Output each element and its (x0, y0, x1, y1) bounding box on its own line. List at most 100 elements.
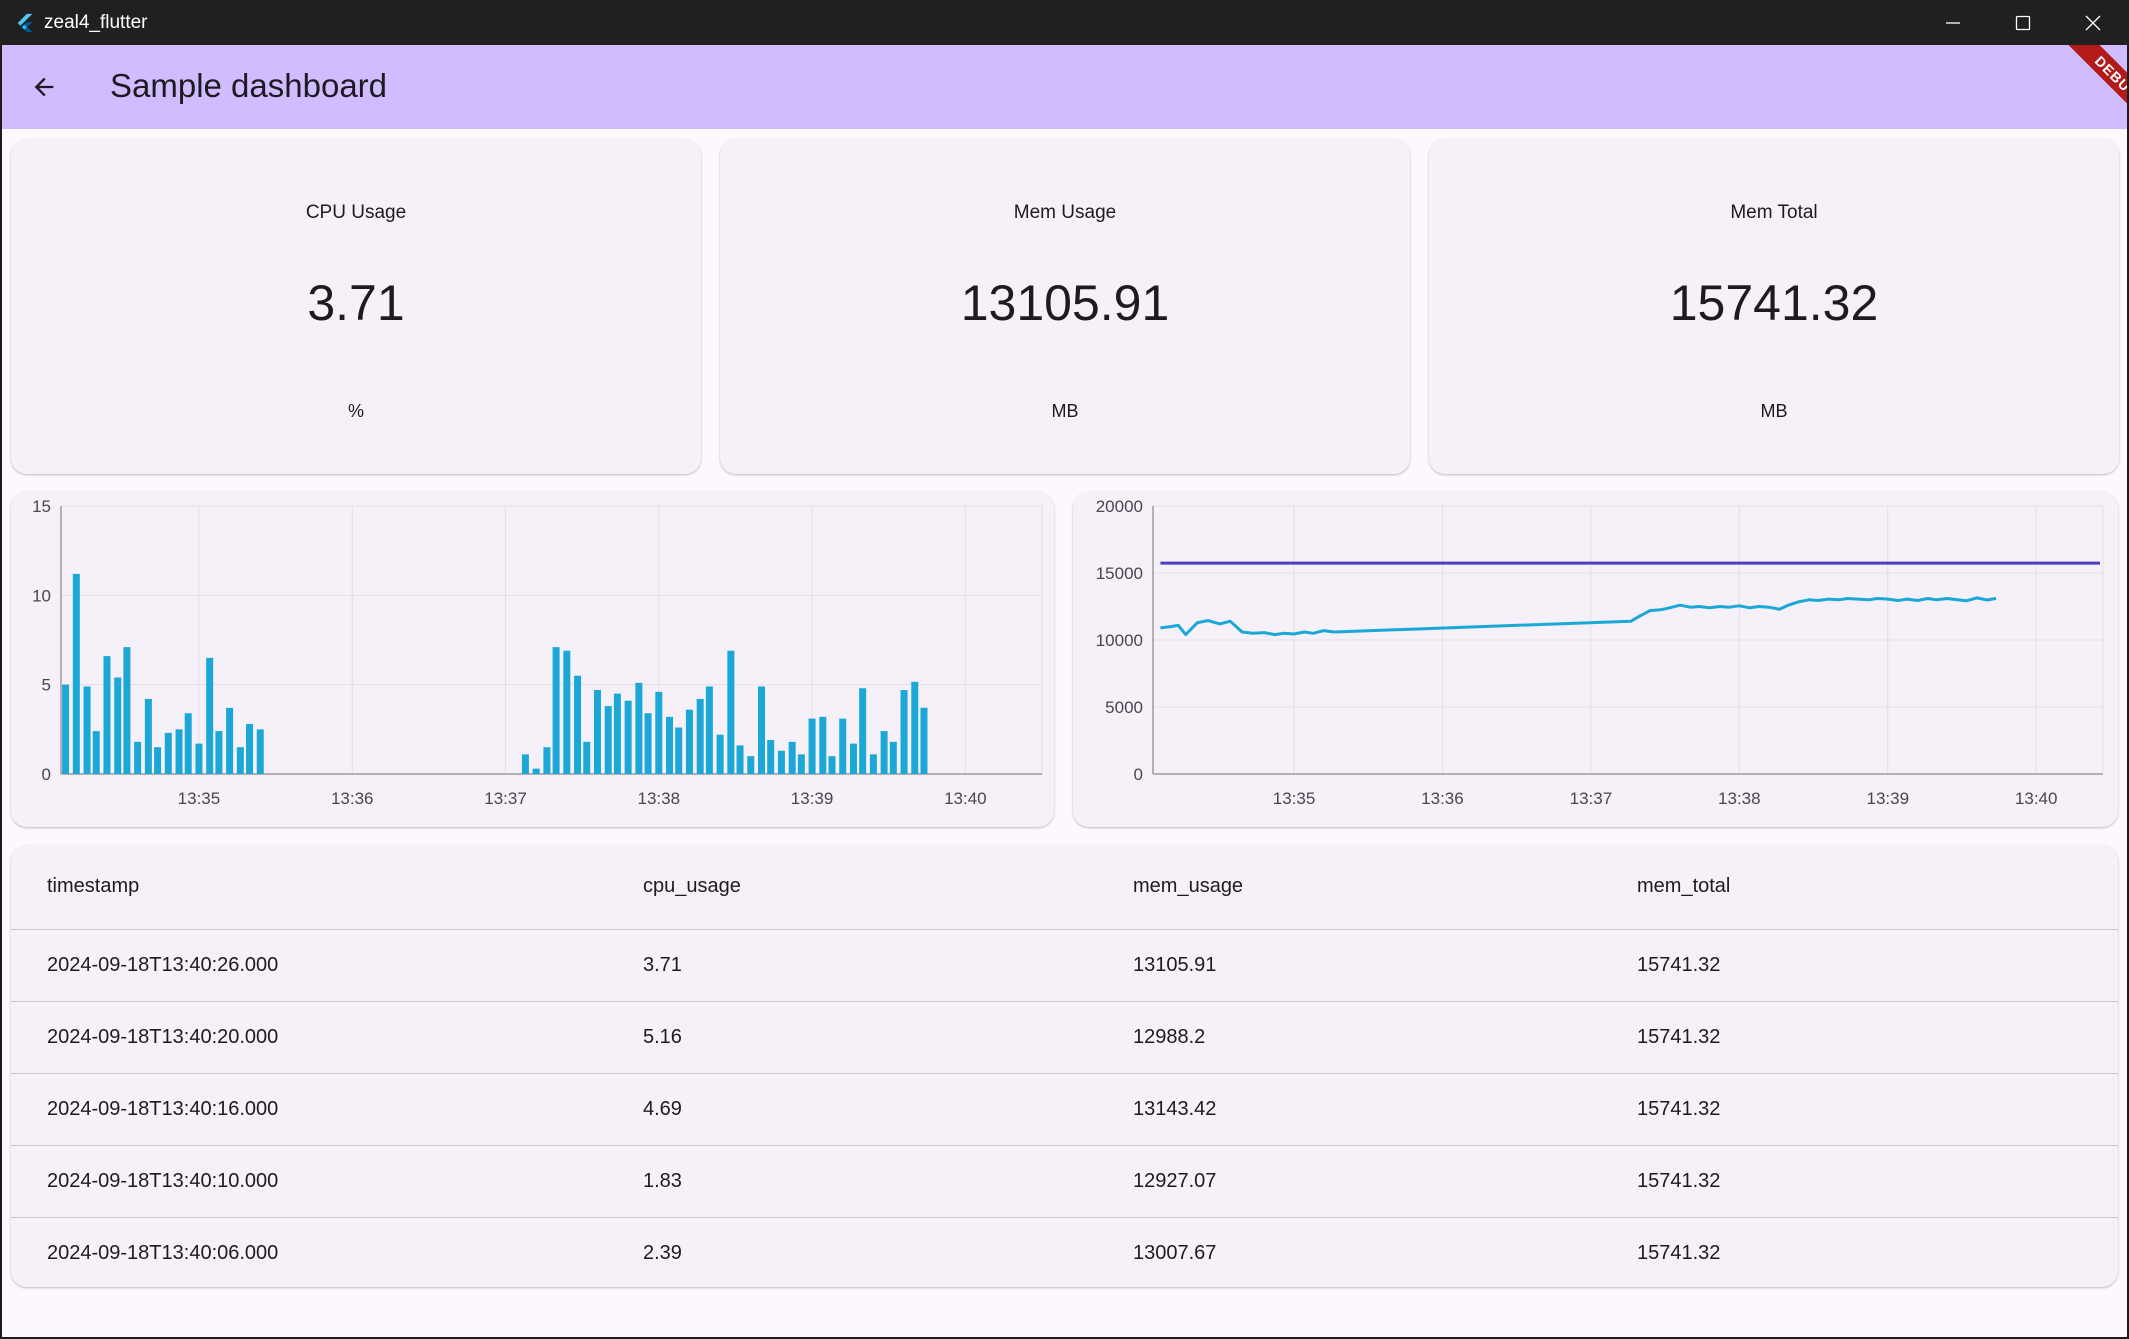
cpu-bar (808, 718, 816, 774)
table-row[interactable]: 2024-09-18T13:40:06.000 2.39 13007.67 15… (11, 1217, 2118, 1289)
cpu-usage-card: CPU Usage 3.71 % (11, 139, 701, 474)
maximize-button[interactable] (1988, 0, 2058, 45)
mem-usage-line (1160, 596, 1997, 637)
cell-cpu-usage: 4.69 (643, 1097, 682, 1120)
y-tick-label: 5000 (1105, 698, 1143, 717)
metric-unit: MB (1051, 401, 1079, 421)
cell-mem-usage: 13007.67 (1133, 1241, 1217, 1264)
cpu-bar (655, 691, 663, 774)
cell-timestamp: 2024-09-18T13:40:10.000 (47, 1169, 279, 1192)
x-tick-label: 13:38 (1718, 789, 1761, 808)
mem-total-card: Mem Total 15741.32 MB (1429, 139, 2119, 474)
metrics-table: timestamp cpu_usage mem_usage mem_total … (11, 845, 2118, 1289)
back-button[interactable] (18, 61, 70, 113)
cpu-bar (685, 709, 693, 774)
cpu-bar (705, 686, 713, 774)
x-tick-label: 13:35 (178, 789, 221, 808)
metric-label: Mem Usage (1013, 202, 1117, 223)
cpu-usage-bar-chart: 0 5 10 15 13:35 13:36 13:37 13:38 13:39 13:40 (32, 497, 1043, 808)
cpu-bar (164, 732, 172, 774)
x-tick-label: 13:39 (1866, 789, 1909, 808)
column-header-mem-total[interactable]: mem_total (1637, 845, 2118, 929)
cpu-bar (134, 741, 142, 774)
cell-mem-total: 15741.32 (1637, 1025, 1721, 1048)
cell-mem-total: 15741.32 (1637, 1169, 1721, 1192)
table-row[interactable]: 2024-09-18T13:40:16.000 4.69 13143.42 15… (11, 1073, 2118, 1145)
cpu-bar (563, 650, 571, 774)
cell-cpu-usage: 1.83 (643, 1169, 682, 1192)
page-title: Sample dashboard (110, 67, 388, 104)
cpu-bar (144, 698, 152, 774)
cpu-bar (869, 754, 877, 774)
app-bar: Sample dashboard (2, 45, 2127, 129)
metric-unit: MB (1760, 401, 1788, 421)
cpu-bar (114, 677, 122, 774)
table-row[interactable]: 2024-09-18T13:40:10.000 1.83 12927.07 15… (11, 1145, 2118, 1217)
cpu-bar (727, 650, 735, 774)
cpu-bar (72, 573, 80, 774)
cpu-bar (62, 684, 70, 774)
cpu-bar (788, 741, 796, 774)
cpu-bar (543, 747, 551, 774)
metric-value: 15741.32 (1669, 275, 1879, 331)
metric-value: 13105.91 (960, 275, 1170, 331)
cpu-bar (635, 682, 643, 774)
minimize-button[interactable] (1918, 0, 1988, 45)
table-row[interactable]: 2024-09-18T13:40:20.000 5.16 12988.2 157… (11, 1001, 2118, 1073)
cpu-bar (195, 743, 203, 774)
cpu-bar (828, 756, 836, 774)
memory-line-chart: 0 5000 10000 15000 20000 13:35 13:36 13:37 13:38… (1096, 497, 2104, 808)
cpu-bar (521, 754, 529, 774)
cpu-bar (246, 723, 254, 774)
window-title-bar: zeal4_flutter (0, 0, 2129, 45)
cpu-bar (839, 718, 847, 774)
cell-timestamp: 2024-09-18T13:40:16.000 (47, 1097, 279, 1120)
cell-timestamp: 2024-09-18T13:40:06.000 (47, 1241, 279, 1264)
cpu-bar (154, 747, 162, 774)
y-tick-label: 5 (42, 676, 51, 695)
cpu-bar (716, 734, 724, 774)
x-tick-label: 13:35 (1273, 789, 1316, 808)
cell-timestamp: 2024-09-18T13:40:26.000 (47, 953, 279, 976)
column-header-cpu-usage[interactable]: cpu_usage (643, 845, 1133, 929)
x-tick-label: 13:38 (638, 789, 681, 808)
table-header-row: timestamp cpu_usage mem_usage mem_total (11, 845, 2118, 929)
x-tick-label: 13:37 (484, 789, 527, 808)
maximize-icon (2015, 15, 2031, 30)
y-tick-label: 0 (1134, 765, 1143, 784)
cpu-bar (175, 729, 183, 774)
cpu-bar (256, 729, 264, 774)
cpu-bar (593, 690, 601, 774)
cpu-bar (736, 745, 744, 774)
cpu-bar (880, 731, 888, 774)
cpu-bar (920, 707, 928, 774)
y-tick-label: 15000 (1096, 564, 1143, 583)
cpu-bar (797, 754, 805, 774)
close-icon (2085, 15, 2101, 30)
column-header-mem-usage[interactable]: mem_usage (1133, 845, 1637, 929)
x-tick-label: 13:40 (944, 789, 987, 808)
x-tick-label: 13:36 (1421, 789, 1464, 808)
cell-mem-usage: 12988.2 (1133, 1025, 1206, 1048)
x-tick-label: 13:36 (331, 789, 374, 808)
cpu-bar (552, 647, 560, 774)
table-row[interactable]: 2024-09-18T13:40:26.000 3.71 13105.91 15… (11, 929, 2118, 1001)
column-header-timestamp[interactable]: timestamp (11, 845, 643, 929)
cell-cpu-usage: 2.39 (643, 1241, 682, 1264)
metric-label: Mem Total (1730, 202, 1818, 223)
cpu-bar (747, 756, 755, 774)
cpu-bar (532, 768, 540, 774)
y-tick-label: 10 (32, 586, 51, 605)
y-tick-label: 10000 (1096, 631, 1143, 650)
cpu-bar (604, 706, 612, 774)
close-button[interactable] (2058, 0, 2128, 45)
cpu-bar (83, 686, 91, 774)
app-window: Sample dashboard DEBUG CPU Usage 3.71 % … (2, 45, 2127, 1337)
cpu-bar (226, 707, 234, 774)
cpu-bar (757, 686, 765, 774)
cell-cpu-usage: 3.71 (643, 953, 682, 976)
cpu-bar (583, 741, 591, 774)
debug-banner: DEBUG (2037, 45, 2127, 135)
mem-usage-chart-card: 0 5000 10000 15000 20000 13:35 13:36 13:37 13:38… (1073, 492, 2118, 827)
x-tick-label: 13:39 (791, 789, 834, 808)
